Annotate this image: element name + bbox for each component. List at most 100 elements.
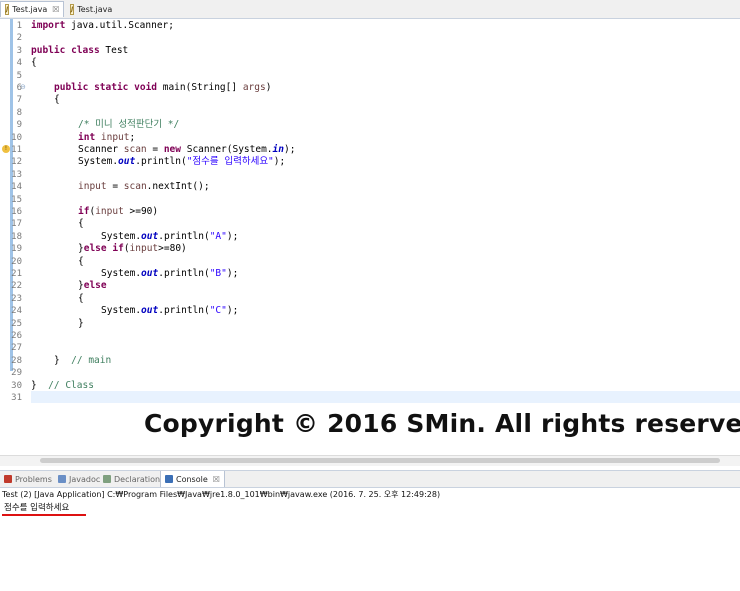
code-line-25: }	[78, 317, 84, 329]
line-number: 27	[11, 343, 22, 354]
code-line-7: {	[54, 94, 60, 106]
line-number: 30	[11, 380, 22, 391]
line-number: 2	[16, 33, 22, 44]
string-literal: "A"	[209, 230, 227, 242]
code-text: Scanner(System.	[181, 144, 273, 155]
keyword: public	[31, 44, 66, 56]
tab-javadoc[interactable]: Javadoc	[58, 471, 100, 487]
line-number: 12	[11, 157, 22, 168]
line-number: 19	[11, 244, 22, 255]
console-launch-description: Test (2) [Java Application] C:₩Program F…	[2, 490, 441, 499]
static-field: in	[272, 144, 284, 155]
line-number: 20	[11, 256, 22, 267]
tab-console[interactable]: Console ☒	[160, 471, 225, 487]
java-file-icon: J	[5, 4, 10, 15]
views-tab-bar: Problems Javadoc Declaration Console ☒	[0, 470, 740, 488]
tab-label: Test.java	[77, 4, 113, 14]
code-text: >=80)	[158, 243, 187, 255]
line-number: 1	[16, 21, 22, 31]
tab-test-java-active[interactable]: J Test.java ☒	[0, 1, 64, 17]
editor-tab-bar: J Test.java ☒ J Test.java	[0, 0, 740, 19]
code-text: );	[283, 144, 296, 155]
tab-problems[interactable]: Problems	[4, 471, 52, 487]
code-line-19: }else if(input>=80)	[78, 243, 187, 255]
line-number: 3	[16, 45, 22, 56]
code-text: ;	[129, 131, 136, 143]
keyword: else	[83, 280, 107, 292]
javadoc-icon	[58, 475, 66, 483]
comment: // Class	[36, 379, 94, 391]
line-number: 6	[16, 83, 22, 93]
line-number: 8	[16, 107, 22, 118]
tab-label: Console	[176, 474, 208, 484]
code-text: .nextInt();	[146, 181, 210, 193]
code-text: );	[226, 268, 239, 279]
comment: // main	[59, 354, 112, 366]
problems-icon	[4, 475, 12, 483]
code-line-24: System.out.println("C");	[101, 305, 238, 317]
line-number: 29	[11, 368, 22, 379]
java-file-icon: J	[70, 3, 75, 15]
keyword: new	[163, 144, 181, 155]
tab-label: Problems	[15, 474, 52, 484]
variable: input	[78, 181, 107, 193]
code-line-9-comment: /* 미니 성적판단기 */	[78, 119, 180, 131]
code-line-22: }else	[78, 280, 107, 292]
line-number: 31	[11, 393, 22, 403]
string-literal: "C"	[209, 305, 227, 317]
line-number: 17	[11, 219, 22, 230]
line-number: 21	[11, 269, 22, 279]
code-line-23: {	[78, 292, 84, 304]
horizontal-scrollbar[interactable]	[0, 455, 740, 466]
line-number: 15	[11, 194, 22, 205]
line-number: 4	[16, 58, 22, 69]
code-line-4: {	[31, 57, 37, 69]
line-number: 14	[11, 182, 22, 193]
tab-test-java[interactable]: J Test.java	[66, 1, 116, 17]
tab-label: Test.java	[12, 5, 48, 14]
line-number: 22	[11, 281, 22, 292]
variable: input	[129, 243, 159, 255]
line-number: 11	[11, 145, 22, 155]
keyword: int	[78, 131, 96, 143]
code-text: Scanner	[78, 144, 124, 155]
tab-label: Javadoc	[69, 474, 101, 484]
code-text: .println(	[158, 305, 210, 317]
code-line-11: Scanner scan = new Scanner(System.in);	[78, 144, 295, 156]
code-line-30: } // Class	[31, 380, 94, 392]
console-icon	[165, 475, 173, 483]
line-number: 24	[11, 306, 22, 317]
line-number: 5	[16, 70, 22, 81]
code-line-18: System.out.println("A");	[101, 231, 238, 243]
code-line-12: System.out.println("점수를 입력하세요");	[78, 156, 285, 168]
variable: input	[95, 206, 124, 217]
code-text: );	[226, 305, 239, 317]
string-literal: "점수를 입력하세요"	[186, 156, 274, 168]
keyword: void	[134, 82, 158, 93]
code-editor[interactable]: ! ⊖ 1 2 3 4 5 6 7 8 9 10 11 12 13 14 15 …	[0, 19, 740, 455]
close-tab-icon[interactable]: ☒	[52, 5, 59, 14]
keyword: class	[71, 44, 100, 56]
red-underline-annotation	[2, 514, 86, 516]
line-number: 10	[11, 132, 22, 143]
code-line-3: public class Test	[31, 45, 128, 57]
static-field: out	[141, 305, 159, 317]
line-number: 13	[11, 169, 22, 180]
line-number: 18	[11, 231, 22, 242]
code-text: main(String[]	[157, 82, 243, 93]
scrollbar-thumb[interactable]	[40, 458, 720, 463]
code-line-16: if(input >=90)	[78, 206, 158, 218]
code-text: Test	[99, 44, 129, 56]
static-field: out	[141, 268, 159, 279]
code-line-17: {	[78, 218, 84, 230]
close-tab-icon[interactable]: ☒	[213, 475, 220, 484]
current-line-highlight	[31, 391, 740, 403]
code-text: );	[226, 230, 239, 242]
tab-declaration[interactable]: Declaration	[103, 471, 160, 487]
line-number: 23	[11, 293, 22, 304]
code-text: System.	[101, 268, 142, 279]
keyword: import	[31, 20, 66, 31]
string-literal: "B"	[209, 268, 227, 279]
code-text: =	[106, 181, 124, 193]
static-field: out	[118, 156, 136, 168]
